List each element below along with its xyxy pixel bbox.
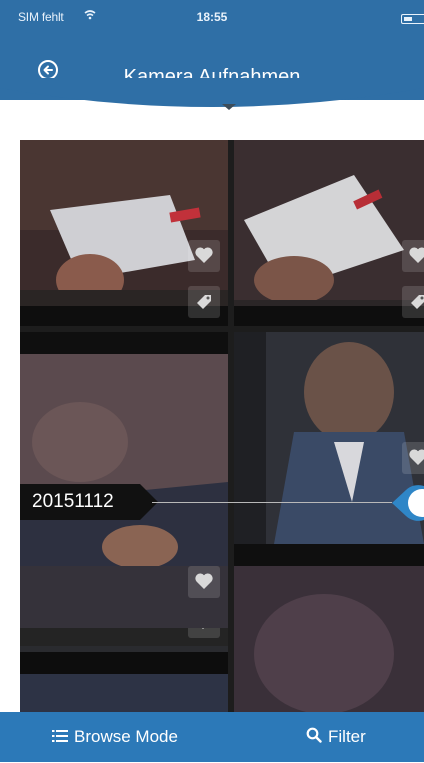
bottom-toolbar: Browse Mode Filter xyxy=(0,712,424,762)
search-icon xyxy=(306,713,322,763)
photo-thumbnail[interactable] xyxy=(20,140,228,326)
scrubber-track xyxy=(152,502,392,503)
favorite-button[interactable] xyxy=(402,442,424,474)
filter-label: Filter xyxy=(328,727,366,746)
heart-icon xyxy=(409,247,424,263)
browse-mode-button[interactable]: Browse Mode xyxy=(52,712,178,762)
photo-image xyxy=(234,544,424,712)
photo-thumbnail[interactable] xyxy=(234,140,424,326)
chevron-down-icon[interactable] xyxy=(220,102,238,112)
photo-grid[interactable] xyxy=(20,140,424,712)
tag-button[interactable] xyxy=(188,628,220,638)
status-time: 18:55 xyxy=(196,10,228,24)
favorite-button[interactable] xyxy=(188,240,220,272)
heart-icon xyxy=(195,573,213,589)
scrubber-handle[interactable] xyxy=(384,480,424,526)
tag-button[interactable] xyxy=(402,286,424,318)
status-bar: SIM fehlt 18:55 xyxy=(0,6,424,28)
photo-thumbnail[interactable] xyxy=(20,332,228,628)
heart-icon xyxy=(409,449,424,465)
photo-thumbnail[interactable] xyxy=(234,544,424,712)
filter-button[interactable]: Filter xyxy=(306,712,366,762)
list-icon xyxy=(52,713,68,763)
favorite-button[interactable] xyxy=(402,240,424,272)
tag-icon xyxy=(411,295,424,309)
battery-icon xyxy=(401,14,424,24)
tag-icon xyxy=(202,628,204,629)
photo-thumbnail[interactable] xyxy=(20,628,228,712)
heart-icon xyxy=(195,247,213,263)
photo-image xyxy=(20,628,228,712)
favorite-button[interactable] xyxy=(188,566,220,598)
header-wave xyxy=(0,78,424,107)
browse-mode-label: Browse Mode xyxy=(74,727,178,746)
tag-button[interactable] xyxy=(188,286,220,318)
photo-image xyxy=(234,140,424,326)
tag-icon xyxy=(197,295,211,309)
date-scrubber-label: 20151112 xyxy=(20,484,158,520)
